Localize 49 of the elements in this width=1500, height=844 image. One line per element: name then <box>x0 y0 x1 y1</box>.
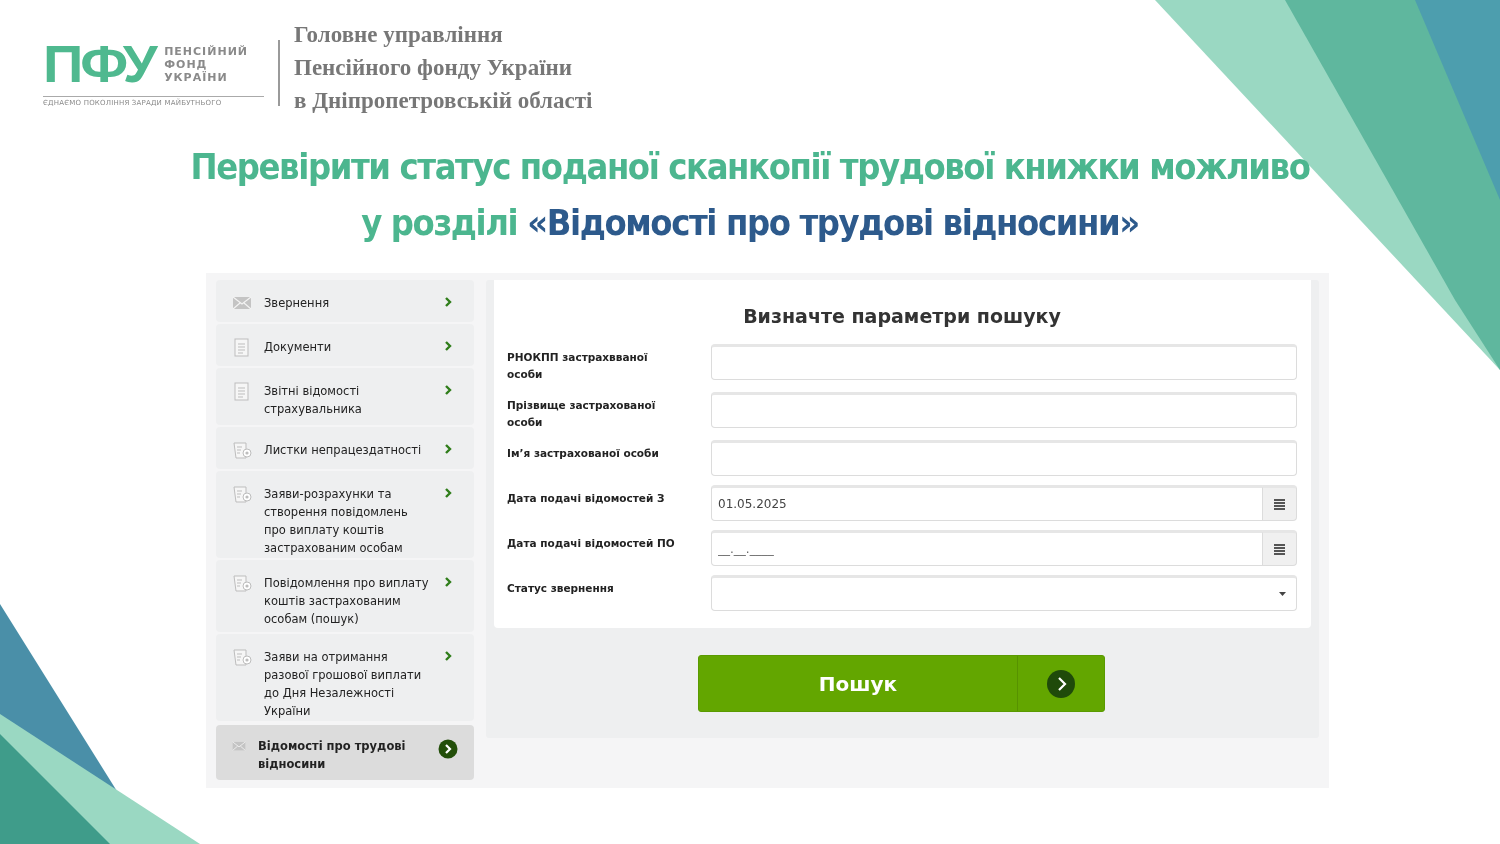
chevron-icon <box>438 739 458 760</box>
calendar-icon <box>1274 543 1285 555</box>
logo-mark: ПФУ <box>43 38 155 90</box>
sidebar-item[interactable]: Листки непрацездатності <box>216 426 474 470</box>
sidebar-item[interactable]: Відомості про трудові відносини <box>216 725 474 781</box>
certificate-icon <box>232 574 252 594</box>
calendar-button[interactable] <box>1263 530 1297 566</box>
sidebar-item[interactable]: Повідомлення про виплату коштів застрахованим особам (пошук) <box>216 560 474 633</box>
chevron-icon <box>444 650 453 663</box>
certificate-icon <box>232 485 252 505</box>
logo-text: ПЕНСІЙНИЙ <box>164 44 249 58</box>
certificate-icon <box>232 648 252 668</box>
field-label: РНОКПП застрахвваної особи <box>507 350 649 382</box>
sidebar-item[interactable]: Документи <box>216 324 474 367</box>
calendar-icon <box>1274 498 1285 510</box>
document-icon <box>232 382 252 402</box>
chevron-icon <box>444 384 453 397</box>
logo-text: УКРАЇНИ <box>164 70 229 84</box>
input-field[interactable] <box>711 440 1297 476</box>
dropdown-field[interactable] <box>711 575 1297 611</box>
logo-text: ФОНД <box>164 57 208 71</box>
field-label: Прізвище застрахованої особи <box>507 398 657 430</box>
chevron-icon <box>444 576 453 589</box>
field-label: Статус звернення <box>507 581 615 596</box>
field-label: Ім’я застрахованої особи <box>507 446 660 461</box>
sidebar-item[interactable]: Заяви на отримання разової грошової виплати до Дня Незалежності України <box>216 634 474 722</box>
certificate-icon <box>232 440 252 460</box>
dropdown-arrow-icon <box>1279 592 1286 596</box>
organization-name: Головне управління <box>294 21 504 49</box>
organization-name: Пенсійного фонду України <box>294 54 574 82</box>
chevron-icon <box>444 296 453 308</box>
field-label: Дата подачі відомостей ПО <box>507 536 676 551</box>
form-title: Визначте параметри пошуку <box>742 304 1062 328</box>
sidebar-item[interactable]: Звітні відомості страхувальника <box>216 368 474 425</box>
chevron-icon <box>444 442 453 455</box>
calendar-button[interactable] <box>1263 485 1297 521</box>
field-label: Дата подачі відомостей З <box>507 491 666 506</box>
input-field[interactable] <box>711 392 1297 428</box>
input-field[interactable] <box>711 344 1297 380</box>
chevron-icon <box>1047 669 1075 698</box>
sidebar-item[interactable]: Заяви-розрахунки та створення повідомлень про виплату коштів застрахованим особам <box>216 471 474 559</box>
sidebar-item[interactable]: Звернення <box>216 280 474 323</box>
date-field[interactable]: 01.05.2025 <box>711 485 1263 521</box>
document-icon <box>232 338 252 358</box>
headline: Перевірити статус поданої сканкопії трудової книжки можливо у розділі «Відомості про трудові відносини» <box>189 145 1311 245</box>
organization-name: в Дніпропетровській області <box>294 87 593 115</box>
chevron-icon <box>444 487 453 500</box>
chevron-icon <box>444 340 453 353</box>
date-field[interactable]: __.__.____ <box>711 530 1263 566</box>
